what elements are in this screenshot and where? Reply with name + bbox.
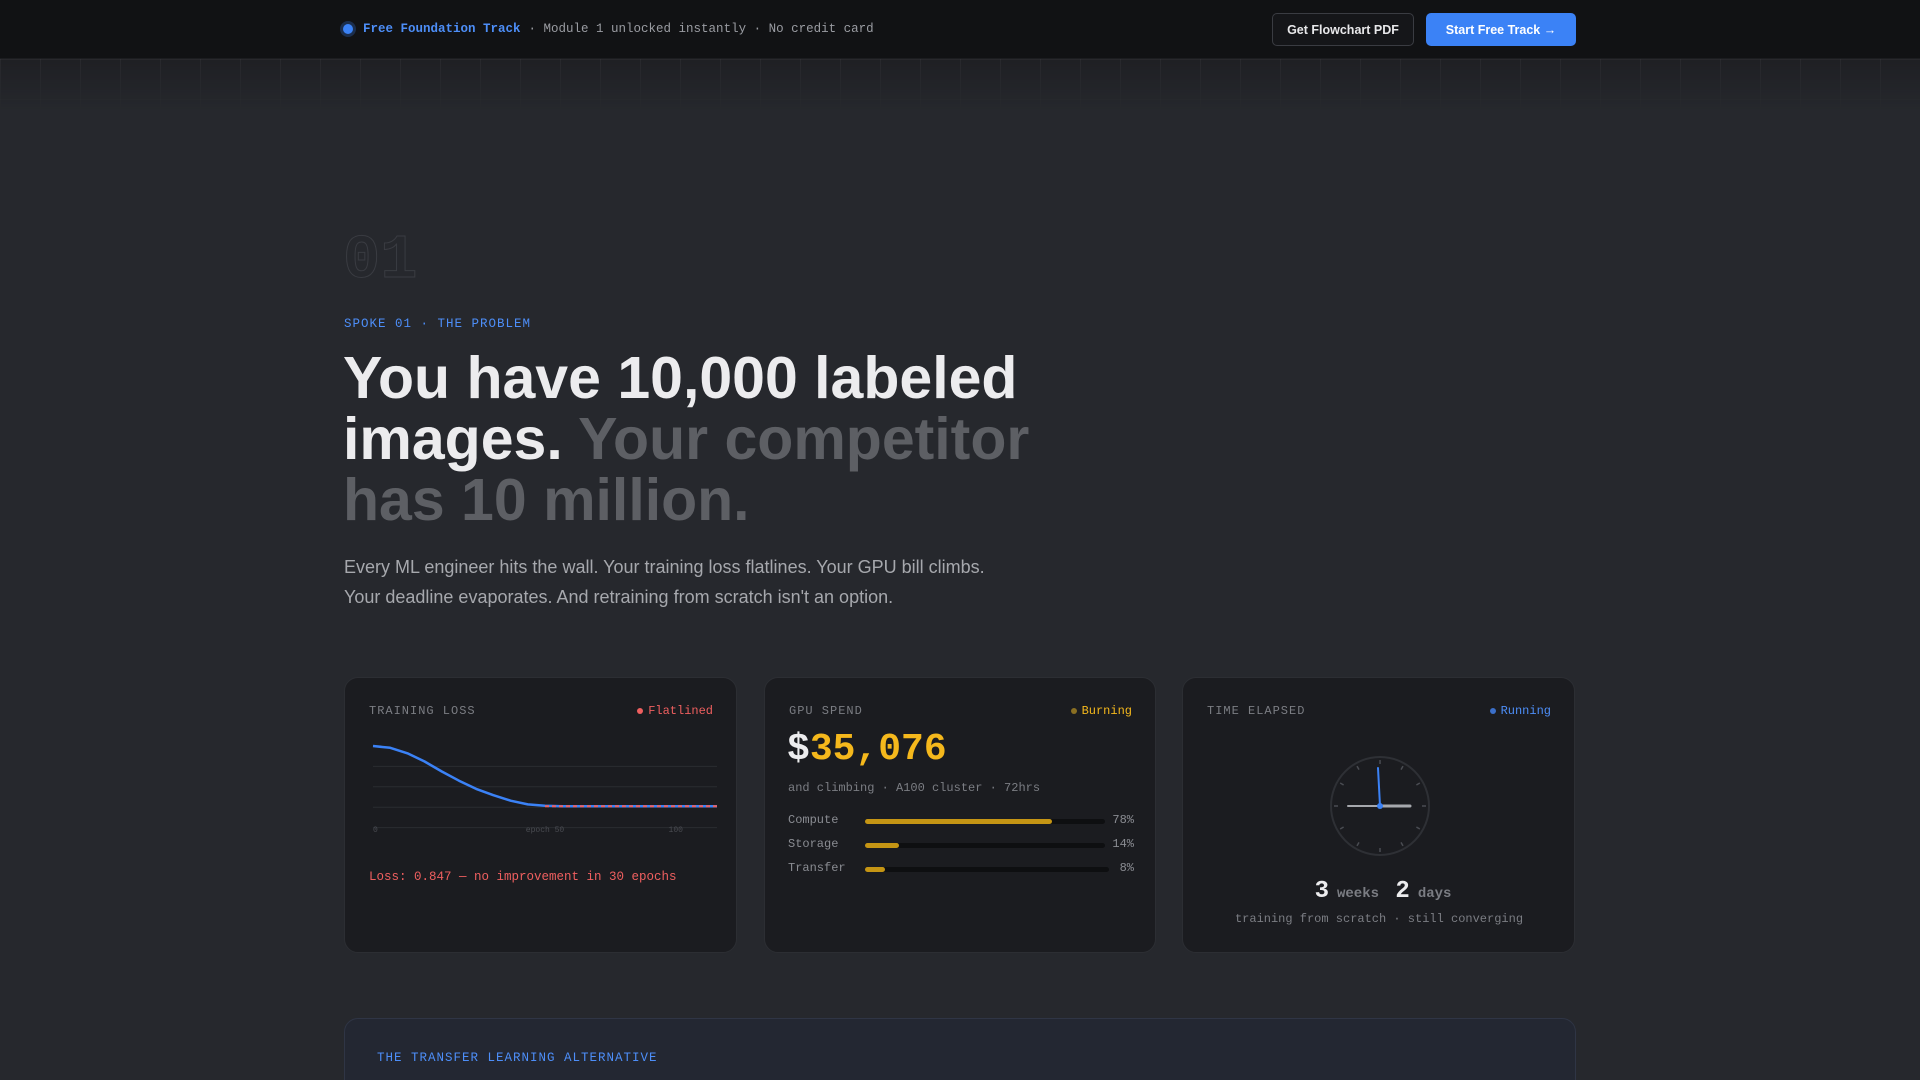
- time-elapsed-value: 3 weeks 2 days: [1183, 878, 1575, 905]
- status-label: Burning: [1081, 704, 1132, 718]
- spend-value: 35,076: [809, 728, 947, 771]
- section-eyebrow: SPOKE 01 · THE PROBLEM: [344, 317, 532, 331]
- bar-track: [865, 867, 1109, 872]
- transfer-learning-panel: THE TRANSFER LEARNING ALTERNATIVE: [344, 1018, 1576, 1080]
- bar-label: Transfer: [788, 861, 846, 875]
- cost-bar-transfer: Transfer 8%: [788, 861, 1134, 877]
- page-headline: You have 10,000 labeled images. Your com…: [343, 348, 1103, 531]
- bar-percent: 78%: [1112, 813, 1134, 827]
- status-dot-icon: [1070, 708, 1077, 714]
- gpu-spend-card: GPU SPEND Burning $35,076 and climbing ·…: [764, 677, 1156, 953]
- status-dot-icon: [343, 24, 353, 34]
- clock-icon: [1330, 756, 1430, 856]
- cost-bar-storage: Storage 14%: [788, 837, 1134, 853]
- weeks-label: weeks: [1336, 886, 1379, 902]
- section-number: 01: [342, 225, 418, 296]
- bar-fill: [865, 819, 1053, 824]
- status-dot-icon: [1489, 708, 1496, 714]
- hero-subtitle: Every ML engineer hits the wall. Your tr…: [344, 552, 1044, 612]
- card-title: TRAINING LOSS: [369, 704, 476, 718]
- status-label: Running: [1500, 704, 1551, 718]
- loss-note: Loss: 0.847 — no improvement in 30 epoch…: [369, 870, 677, 884]
- training-loss-chart: 0 epoch 50 100: [372, 744, 717, 835]
- bar-percent: 14%: [1112, 837, 1134, 851]
- cost-bar-compute: Compute 78%: [788, 813, 1134, 829]
- status-dot-icon: [637, 708, 644, 714]
- bar-percent: 8%: [1119, 861, 1134, 875]
- x-tick-label: 0: [373, 826, 378, 835]
- time-elapsed-card: TIME ELAPSED Running 3 weeks 2 days traini…: [1182, 677, 1575, 953]
- subtitle-line-2: Your deadline evaporates. And retraining…: [344, 587, 894, 607]
- card-title: TIME ELAPSED: [1207, 704, 1306, 718]
- track-info: Free Foundation Track · Module 1 unlocke…: [343, 22, 874, 36]
- bar-track: [865, 819, 1105, 824]
- start-free-track-button[interactable]: Start Free Track →: [1426, 13, 1576, 46]
- status-badge: Burning: [1070, 704, 1132, 718]
- days-number: 2: [1395, 878, 1410, 905]
- currency-symbol: $: [787, 728, 810, 771]
- x-tick-label: 100: [669, 826, 684, 835]
- x-tick-label: epoch 50: [526, 826, 565, 835]
- bar-label: Storage: [788, 837, 839, 851]
- track-name: Free Foundation Track: [363, 22, 521, 36]
- gpu-spend-amount: $35,076: [787, 728, 947, 771]
- card-title: GPU SPEND: [789, 704, 863, 718]
- days-label: days: [1417, 886, 1452, 902]
- time-subtitle: training from scratch · still converging: [1234, 912, 1524, 926]
- get-flowchart-pdf-button[interactable]: Get Flowchart PDF: [1272, 13, 1414, 46]
- bar-fill: [865, 867, 885, 872]
- status-badge: Running: [1489, 704, 1551, 718]
- status-badge: Flatlined: [637, 704, 713, 718]
- weeks-number: 3: [1314, 878, 1329, 905]
- panel-title: THE TRANSFER LEARNING ALTERNATIVE: [377, 1051, 658, 1065]
- spend-subtitle: and climbing · A100 cluster · 72hrs: [788, 781, 1041, 795]
- track-meta: · Module 1 unlocked instantly · No credi…: [528, 22, 874, 36]
- bar-track: [865, 843, 1105, 848]
- training-loss-card: TRAINING LOSS Flatlined 0 epoch 50 100 Los…: [344, 677, 737, 953]
- bar-fill: [865, 843, 899, 848]
- bar-label: Compute: [788, 813, 839, 827]
- loss-series-line: [372, 744, 717, 808]
- subtitle-line-1: Every ML engineer hits the wall. Your tr…: [344, 557, 985, 577]
- grid-background: [0, 59, 1920, 109]
- status-label: Flatlined: [648, 704, 713, 718]
- top-banner: Free Foundation Track · Module 1 unlocke…: [0, 0, 1920, 59]
